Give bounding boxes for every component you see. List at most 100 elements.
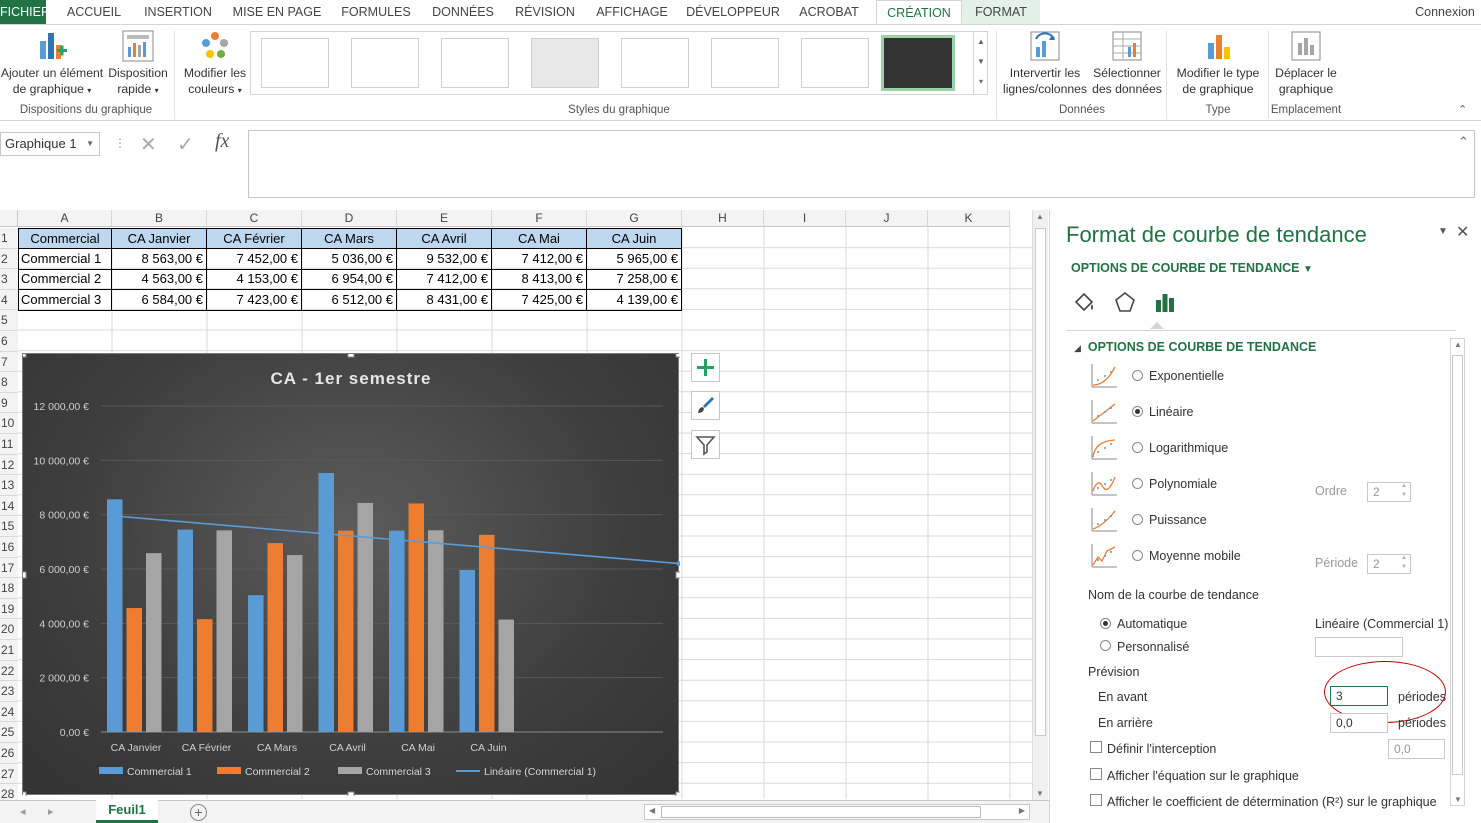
data-cell[interactable]: 4 139,00 € bbox=[587, 289, 682, 311]
row-header-19[interactable]: 19 bbox=[0, 598, 18, 620]
header-cell[interactable]: CA Avril bbox=[397, 228, 492, 249]
trendline-type-radio[interactable] bbox=[1132, 478, 1143, 489]
header-cell[interactable]: CA Février bbox=[207, 228, 302, 249]
trendline-type-radio[interactable] bbox=[1132, 550, 1143, 561]
row-header-18[interactable]: 18 bbox=[0, 578, 18, 599]
scroll-right-icon[interactable]: ▶ bbox=[1019, 806, 1025, 815]
data-cell[interactable]: 8 413,00 € bbox=[492, 269, 587, 291]
row-header-2[interactable]: 2 bbox=[0, 248, 18, 270]
tab-accueil[interactable]: ACCUEIL bbox=[62, 0, 126, 24]
row-header-25[interactable]: 25 bbox=[0, 722, 18, 743]
data-cell[interactable]: 7 412,00 € bbox=[492, 248, 587, 270]
tab-mise-en-page[interactable]: MISE EN PAGE bbox=[230, 0, 324, 24]
row-header-15[interactable]: 15 bbox=[0, 516, 18, 537]
data-cell[interactable]: Commercial 1 bbox=[18, 248, 112, 270]
row-header-17[interactable]: 17 bbox=[0, 557, 18, 579]
name-custom-radio[interactable] bbox=[1100, 640, 1111, 651]
switch-row-column-button[interactable]: Intervertir les lignes/colonnes bbox=[1000, 29, 1090, 97]
tab-creation[interactable]: CRÉATION bbox=[876, 0, 962, 24]
intercept-input[interactable]: 0,0 bbox=[1388, 739, 1445, 759]
row-header-27[interactable]: 27 bbox=[0, 763, 18, 785]
data-cell[interactable]: 7 412,00 € bbox=[397, 269, 492, 291]
name-box[interactable]: Graphique 1 ▼ bbox=[0, 132, 100, 156]
header-cell[interactable]: Commercial bbox=[18, 228, 112, 249]
chart-style-5[interactable] bbox=[621, 38, 689, 88]
data-cell[interactable]: 6 584,00 € bbox=[112, 289, 207, 311]
sign-in-link[interactable]: Connexion bbox=[1412, 0, 1478, 24]
set-intercept-checkbox[interactable] bbox=[1090, 741, 1102, 753]
pane-scroll-up-icon[interactable]: ▲ bbox=[1454, 340, 1462, 349]
formula-input[interactable] bbox=[248, 130, 1475, 198]
column-header-f[interactable]: F bbox=[492, 210, 587, 227]
data-cell[interactable]: 4 153,00 € bbox=[207, 269, 302, 291]
row-header-3[interactable]: 3 bbox=[0, 269, 18, 290]
row-header-10[interactable]: 10 bbox=[0, 413, 18, 434]
confirm-formula-icon[interactable]: ✓ bbox=[177, 132, 194, 157]
row-header-26[interactable]: 26 bbox=[0, 743, 18, 764]
next-sheet-icon[interactable]: ▸ bbox=[48, 805, 54, 818]
data-cell[interactable]: 8 431,00 € bbox=[397, 289, 492, 311]
collapse-formula-bar-icon[interactable]: ⌃ bbox=[1458, 134, 1469, 150]
chart-style-4[interactable] bbox=[531, 38, 599, 88]
data-cell[interactable]: 7 423,00 € bbox=[207, 289, 302, 311]
chart-style-1[interactable] bbox=[261, 38, 329, 88]
row-header-22[interactable]: 22 bbox=[0, 660, 18, 682]
scroll-thumb[interactable] bbox=[1035, 228, 1046, 736]
fill-line-icon[interactable] bbox=[1072, 290, 1098, 314]
order-spinner[interactable]: 2 ▲ ▼ bbox=[1367, 482, 1411, 502]
row-header-8[interactable]: 8 bbox=[0, 372, 18, 393]
data-cell[interactable]: Commercial 3 bbox=[18, 289, 112, 311]
tab-revision[interactable]: RÉVISION bbox=[512, 0, 578, 24]
row-header-7[interactable]: 7 bbox=[0, 351, 18, 373]
gallery-up-icon[interactable]: ▲ bbox=[974, 32, 988, 52]
quick-layout-button[interactable]: Disposition rapide ▾ bbox=[104, 29, 172, 99]
data-cell[interactable]: 6 954,00 € bbox=[302, 269, 397, 291]
chart-elements-button[interactable] bbox=[691, 353, 720, 382]
column-header-k[interactable]: K bbox=[928, 210, 1010, 227]
display-equation-checkbox[interactable] bbox=[1090, 768, 1102, 780]
chart-styles-button[interactable] bbox=[691, 391, 720, 420]
row-header-13[interactable]: 13 bbox=[0, 475, 18, 496]
insert-function-icon[interactable]: fx bbox=[215, 130, 229, 153]
data-cell[interactable]: 7 425,00 € bbox=[492, 289, 587, 311]
trendline-type-radio[interactable] bbox=[1132, 442, 1143, 453]
tab-formules[interactable]: FORMULES bbox=[338, 0, 414, 24]
pane-scroll-down-icon[interactable]: ▼ bbox=[1454, 795, 1462, 804]
data-cell[interactable]: 5 036,00 € bbox=[302, 248, 397, 270]
tab-format[interactable]: FORMAT bbox=[962, 0, 1040, 24]
gallery-down-icon[interactable]: ▼ bbox=[974, 52, 988, 72]
row-header-5[interactable]: 5 bbox=[0, 310, 18, 331]
row-header-4[interactable]: 4 bbox=[0, 289, 18, 311]
column-header-g[interactable]: G bbox=[587, 210, 682, 227]
tab-insertion[interactable]: INSERTION bbox=[140, 0, 216, 24]
row-header-11[interactable]: 11 bbox=[0, 434, 18, 455]
tab-fichier[interactable]: FICHIER bbox=[0, 0, 50, 24]
scroll-up-icon[interactable]: ▲ bbox=[1036, 212, 1044, 221]
row-header-23[interactable]: 23 bbox=[0, 681, 18, 702]
column-header-a[interactable]: A bbox=[18, 210, 112, 227]
custom-name-input[interactable] bbox=[1315, 637, 1403, 657]
trendline-type-radio[interactable] bbox=[1132, 370, 1143, 381]
pane-options-dropdown-icon[interactable]: ▼ bbox=[1438, 226, 1448, 237]
change-chart-type-button[interactable]: Modifier le type de graphique bbox=[1170, 29, 1266, 97]
gallery-more-icon[interactable]: ▾ bbox=[974, 72, 988, 92]
h-scroll-thumb[interactable] bbox=[661, 806, 981, 818]
pane-scroll-thumb[interactable] bbox=[1452, 355, 1463, 775]
move-chart-button[interactable]: Déplacer le graphique bbox=[1270, 29, 1342, 97]
gallery-scroll[interactable]: ▲ ▼ ▾ bbox=[973, 32, 988, 94]
data-cell[interactable]: 7 258,00 € bbox=[587, 269, 682, 291]
name-automatic-radio[interactable] bbox=[1100, 618, 1111, 629]
change-colors-button[interactable]: Modifier les couleurs ▾ bbox=[178, 29, 252, 99]
prev-sheet-icon[interactable]: ◂ bbox=[20, 805, 26, 818]
name-box-dropdown-icon[interactable]: ▼ bbox=[86, 133, 94, 155]
scroll-left-icon[interactable]: ◀ bbox=[649, 806, 655, 815]
period-spin-icon[interactable]: ▲ ▼ bbox=[1401, 554, 1407, 572]
tab-developpeur[interactable]: DÉVELOPPEUR bbox=[686, 0, 780, 24]
cancel-formula-icon[interactable]: ✕ bbox=[140, 132, 157, 157]
data-cell[interactable]: Commercial 2 bbox=[18, 269, 112, 291]
row-header-6[interactable]: 6 bbox=[0, 331, 18, 352]
chart-style-6[interactable] bbox=[711, 38, 779, 88]
order-spin-icon[interactable]: ▲ ▼ bbox=[1401, 482, 1407, 500]
pane-options-menu[interactable]: OPTIONS DE COURBE DE TENDANCE ▼ bbox=[1071, 261, 1313, 275]
sheet-tab-feuil1[interactable]: Feuil1 bbox=[96, 800, 158, 823]
